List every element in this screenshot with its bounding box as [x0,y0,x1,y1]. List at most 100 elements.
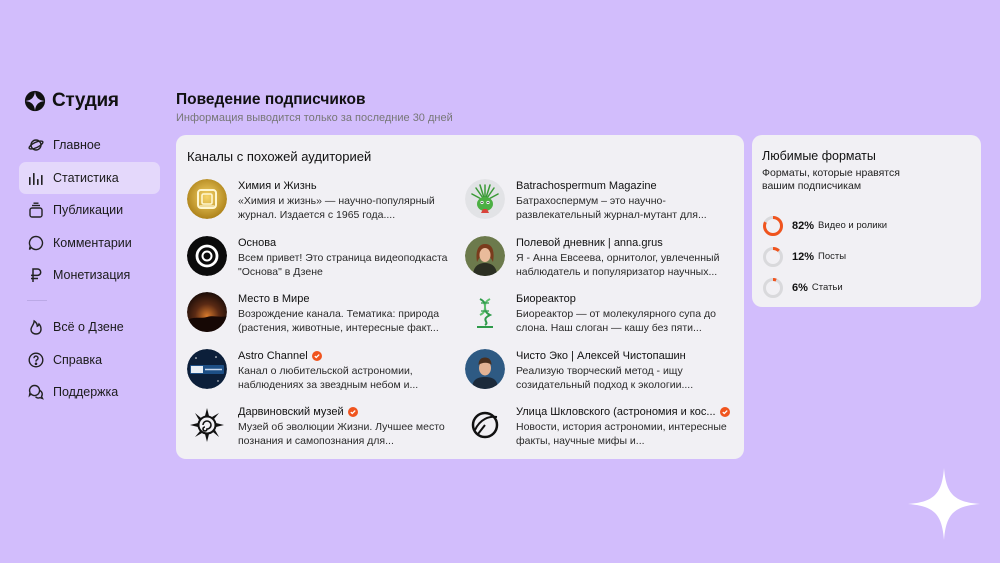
format-percent: 82% [792,219,815,232]
shklovsky-logo-icon [465,405,505,445]
format-percent: 12% [792,250,815,263]
channel-item[interactable]: Основа Всем привет! Это страница видеопо… [187,235,465,293]
sidebar-item-label: Статистика [53,170,119,185]
channel-name: Чисто Эко | Алексей Чистопашин [516,349,686,362]
channel-name: Химия и Жизнь [238,180,317,192]
format-percent: 6% [792,281,808,294]
page-title: Поведение подписчиков [176,91,366,108]
channel-avatar [465,235,505,276]
favorite-formats-card: Любимые форматы Форматы, которые нравятс… [752,135,981,307]
channel-item[interactable]: Биореактор Биореактор — от молекулярного… [465,292,739,349]
channel-avatar [187,405,227,445]
zen-logo-icon [24,90,46,112]
channel-description: Всем привет! Это страница видеоподкаста … [238,251,448,278]
sparkle-icon [908,468,980,540]
channel-description: «Химия и жизнь» — научно-популярный журн… [238,195,435,221]
astro-logo-icon [187,348,227,389]
comment-icon [27,234,45,252]
progress-ring [763,215,783,236]
channel-name: Astro Channel [238,349,308,362]
channel-avatar [465,405,505,445]
verified-badge-icon [719,407,730,417]
sidebar-item-label: Всё о Дзене [53,320,124,334]
sidebar-item-publications[interactable]: Публикации [19,194,160,226]
channel-avatar [465,179,505,219]
channel-name: Полевой дневник | anna.grus [516,236,663,249]
format-row: 6% Статьи [762,272,887,303]
studio-logo[interactable]: Студия [24,90,119,112]
progress-ring [763,277,783,298]
sidebar-item-label: Поддержка [53,385,119,399]
stack-icon [27,201,45,219]
channel-list: Химия и Жизнь «Химия и жизнь» — научно-п… [187,179,739,462]
chart-bars-icon [27,169,45,187]
channel-description: Я - Анна Евсеева, орнитолог, увлеченный … [516,251,720,278]
sidebar-item-comments[interactable]: Комментарии [19,227,160,259]
channel-description: Возрождение канала. Тематика: природа (р… [238,308,440,334]
channel-item[interactable]: Полевой дневник | anna.grus Я - Анна Евс… [465,235,739,293]
sidebar-item-support[interactable]: Поддержка [19,376,160,408]
sunset-photo-icon [187,292,227,332]
ruble-icon [27,266,45,284]
sidebar-item-label: Справка [53,352,103,367]
sidebar-item-statistics[interactable]: Статистика [19,161,160,194]
channel-description: Биореактор — от молекулярного супа до сл… [516,308,716,334]
format-label: Статьи [811,282,843,293]
channel-item[interactable]: Химия и Жизнь «Химия и жизнь» — научно-п… [187,179,465,236]
person-photo-icon [465,235,505,276]
channel-description: Новости, история астрономии, интересные … [516,421,727,447]
verified-badge-icon [347,407,358,417]
channel-avatar [465,348,505,389]
help-icon [27,351,45,369]
format-row: 12% Посты [762,241,887,272]
sidebar-item-label: Публикации [53,203,124,217]
alga-creature-icon [465,179,505,219]
format-label: Видео и ролики [818,220,888,231]
channel-item[interactable]: Astro Channel Канал о любительской астро… [187,348,465,406]
sidebar-item-about-zen[interactable]: Всё о Дзене [19,311,160,343]
osnova-logo-icon [187,235,227,276]
channel-name: Место в Мире [238,293,310,305]
channel-avatar [465,292,505,332]
similar-channels-title: Каналы с похожей аудиторией [187,149,372,164]
sidebar-item-help[interactable]: Справка [19,344,160,376]
sidebar-item-label: Главное [53,138,101,152]
chat-bubbles-icon [27,383,45,401]
channel-description: Канал о любительской астрономии, наблюде… [238,364,419,391]
channel-item[interactable]: Улица Шкловского (астрономия и кос... Но… [465,405,739,462]
channel-name: Улица Шкловского (астрономия и кос... [516,406,716,418]
similar-channels-card: Каналы с похожей аудиторией Химия и Жизн… [176,135,744,459]
channel-item[interactable]: Batrachospermum Magazine Батрахоспермум … [465,179,739,236]
channel-name: Биореактор [516,293,576,305]
format-row: 82% Видео и ролики [762,210,887,241]
sidebar-item-main[interactable]: Главное [19,129,160,161]
sidebar-nav: Главное Статистика Публикации Комментари… [19,129,160,409]
chemistry-logo-icon [187,179,227,219]
channel-item[interactable]: Место в Мире Возрождение канала. Тематик… [187,292,465,349]
sidebar-item-monetization[interactable]: Монетизация [19,259,160,291]
channel-item[interactable]: Дарвиновский музей Музей об эволюции Жиз… [187,405,465,462]
page-subtitle: Информация выводится только за последние… [176,112,453,124]
channel-description: Музей об эволюции Жизни. Лучшее место по… [238,421,445,447]
channel-name: Дарвиновский музей [238,406,344,418]
channel-avatar [187,179,227,219]
sidebar-item-label: Монетизация [53,268,131,282]
fire-icon [27,318,45,336]
channel-item[interactable]: Чисто Эко | Алексей Чистопашин Реализую … [465,348,739,406]
channel-avatar [187,348,227,389]
sidebar-item-label: Комментарии [53,235,132,250]
bioreactor-logo-icon [465,292,505,332]
channel-description: Реализую творческий метод - ищу созидате… [516,364,694,391]
formats-title: Любимые форматы [762,149,876,163]
formats-list: 82% Видео и ролики 12% Посты 6% Статьи [762,210,887,303]
format-label: Посты [818,251,847,262]
progress-ring [763,246,783,267]
planet-icon [27,136,45,154]
person-photo-icon [465,348,505,389]
sidebar-divider [27,300,47,301]
channel-name: Batrachospermum Magazine [516,180,657,192]
channel-description: Батрахоспермум – это научно-развлекатель… [516,195,707,221]
channel-avatar [187,292,227,332]
formats-subtitle: Форматы, которые нравятся вашим подписчи… [762,167,900,192]
verified-badge-icon [311,350,322,361]
